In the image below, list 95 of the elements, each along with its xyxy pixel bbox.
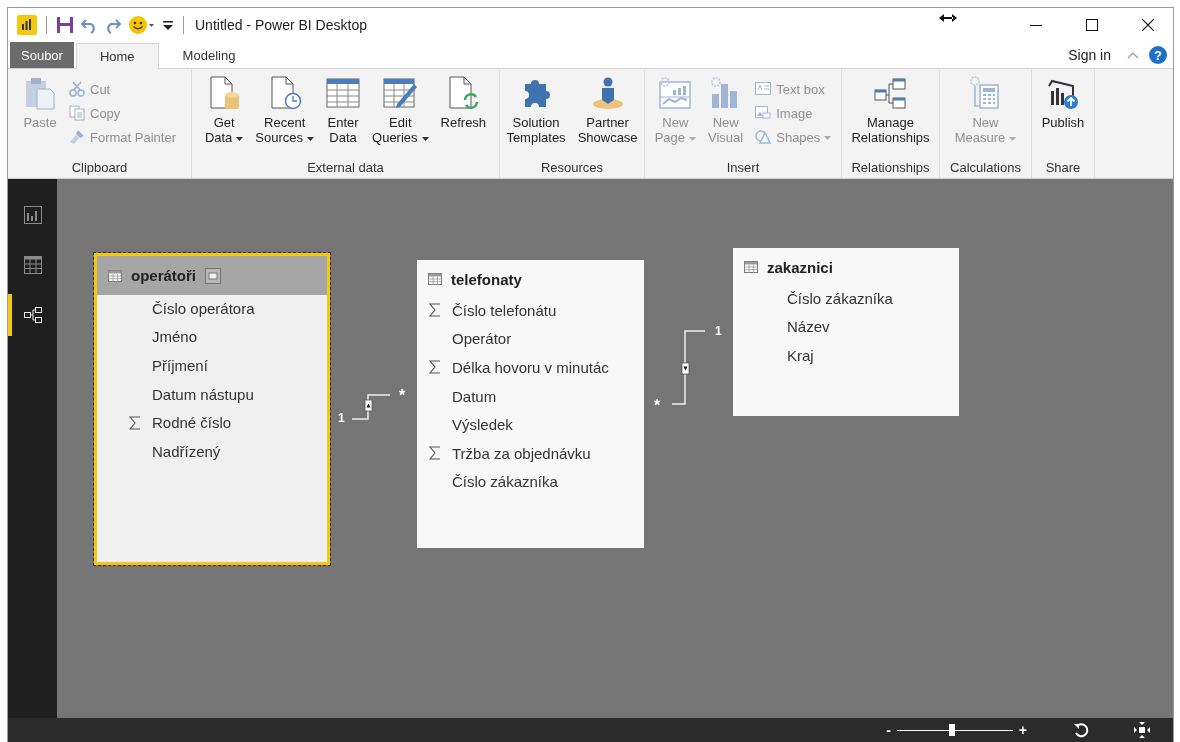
brush-icon: [69, 129, 85, 145]
field-name[interactable]: Příjmení: [152, 357, 208, 374]
group-label: Clipboard: [70, 160, 129, 177]
ribbon-button[interactable]: Solution Templates: [503, 73, 569, 160]
sigma-icon: [129, 415, 141, 430]
field-name[interactable]: Kraj: [787, 347, 814, 364]
customize-icon[interactable]: [162, 18, 174, 32]
resize-cursor-icon: [939, 13, 957, 23]
group-label: Share: [1044, 160, 1082, 177]
caret-icon: [689, 136, 697, 141]
table-card[interactable]: telefonaty Číslo telefonátu Operátor Délka hovoru v minutác Datum Výsledek Tržba za objednávku Číslo zákazníka: [417, 260, 644, 548]
zoom-in-button[interactable]: +: [1018, 722, 1027, 738]
field-name[interactable]: Jméno: [152, 328, 198, 346]
caret-icon: [307, 136, 315, 141]
zoom-out-button[interactable]: -: [886, 722, 891, 738]
reset-icon[interactable]: [1073, 722, 1089, 738]
sigma-icon: [429, 360, 441, 375]
table-icon: [108, 269, 122, 282]
smiley-icon[interactable]: [128, 15, 156, 35]
field-name[interactable]: Rodné číslo: [152, 414, 232, 432]
fit-to-screen-icon[interactable]: [1133, 722, 1151, 738]
line-chart-icon: [658, 76, 693, 110]
window-title: Untitled - Power BI Desktop: [195, 17, 367, 33]
maximize-icon: [1086, 19, 1098, 31]
redo-icon[interactable]: [104, 16, 122, 34]
ribbon-button[interactable]: Get Data: [201, 73, 247, 160]
table-name: zakaznici: [767, 258, 833, 276]
collapse-ribbon-icon[interactable]: [1127, 51, 1139, 59]
shapes-icon: [755, 129, 772, 145]
cardinality-label: 1: [715, 324, 722, 338]
field-name[interactable]: Číslo operátora: [152, 299, 255, 317]
ribbon-button[interactable]: Refresh: [437, 73, 490, 160]
collapse-icon[interactable]: [205, 267, 221, 284]
database-document-icon: [207, 76, 242, 110]
scissors-icon: [69, 81, 85, 97]
table-name: telefonaty: [451, 270, 522, 288]
relationship-line[interactable]: [671, 330, 706, 405]
field-name[interactable]: Operátor: [452, 330, 512, 348]
ribbon-tab[interactable]: Modeling: [158, 42, 260, 68]
table-pencil-icon: [383, 76, 418, 110]
field-name[interactable]: Číslo zákazníka: [452, 473, 558, 491]
field-name[interactable]: Délka hovoru v minutác: [452, 359, 609, 376]
caret-icon: [1009, 136, 1017, 141]
ribbon-button[interactable]: Manage Relationships: [848, 73, 933, 160]
cardinality-label: *: [399, 387, 406, 404]
person-icon: [590, 76, 625, 110]
field-name[interactable]: Výsledek: [452, 416, 513, 434]
sigma-icon: [429, 446, 441, 461]
text-box-icon: [755, 81, 772, 97]
caret-icon: [421, 136, 429, 141]
slider-thumb[interactable]: [949, 724, 956, 736]
caret-icon: [824, 136, 832, 141]
file-tab[interactable]: Soubor: [10, 42, 74, 68]
table-icon: [744, 261, 758, 273]
group-label: Relationships: [850, 160, 931, 177]
field-name[interactable]: Nadřízený: [152, 442, 221, 460]
model-view-icon: [22, 305, 43, 325]
ribbon-button[interactable]: Publish: [1038, 73, 1088, 160]
close-icon: [1142, 19, 1154, 31]
relationships-icon: [873, 76, 908, 110]
ribbon-button[interactable]: Edit Queries: [369, 73, 432, 160]
sigma-icon: [429, 303, 441, 318]
refresh-document-icon: [446, 76, 481, 110]
ribbon-tab[interactable]: Home: [75, 43, 159, 69]
group-label: Calculations: [949, 160, 1022, 177]
cardinality-label: 1: [338, 411, 345, 425]
clipboard-icon: [23, 76, 57, 110]
ribbon-button[interactable]: Enter Data: [323, 73, 364, 160]
copy-icon: [69, 105, 85, 121]
field-name[interactable]: Číslo zákazníka: [787, 289, 893, 307]
table-view-icon: [22, 255, 43, 275]
table-name: operátoři: [131, 267, 196, 284]
ribbon-button[interactable]: Recent Sources: [252, 73, 318, 160]
field-name[interactable]: Tržba za objednávku: [452, 444, 591, 462]
table-card[interactable]: zakaznici Číslo zákazníka Název Kraj: [733, 248, 959, 416]
relationship-line[interactable]: [351, 394, 391, 420]
field-name[interactable]: Číslo telefonátu: [452, 301, 557, 319]
ribbon-button[interactable]: Partner Showcase: [574, 73, 641, 160]
group-label: Resources: [539, 160, 605, 177]
caret-icon: [236, 136, 244, 141]
app-icon: [17, 15, 37, 35]
field-name[interactable]: Datum: [452, 387, 497, 405]
cardinality-label: *: [654, 397, 661, 414]
table-icon: [428, 273, 442, 285]
undo-icon[interactable]: [80, 16, 98, 34]
report-view-icon: [22, 205, 43, 225]
help-button[interactable]: ?: [1149, 46, 1167, 64]
field-name[interactable]: Název: [787, 318, 830, 336]
group-label: Insert: [725, 160, 761, 177]
image-icon: [755, 105, 772, 121]
table-icon: [326, 76, 361, 110]
group-label: External data: [306, 160, 385, 177]
table-card[interactable]: operátoři Číslo operátora Jméno Příjmení Datum nástupu Rodné číslo Nadřízený: [94, 253, 330, 565]
field-name[interactable]: Datum nástupu: [152, 385, 254, 403]
sign-in-link[interactable]: Sign in: [1068, 47, 1111, 63]
